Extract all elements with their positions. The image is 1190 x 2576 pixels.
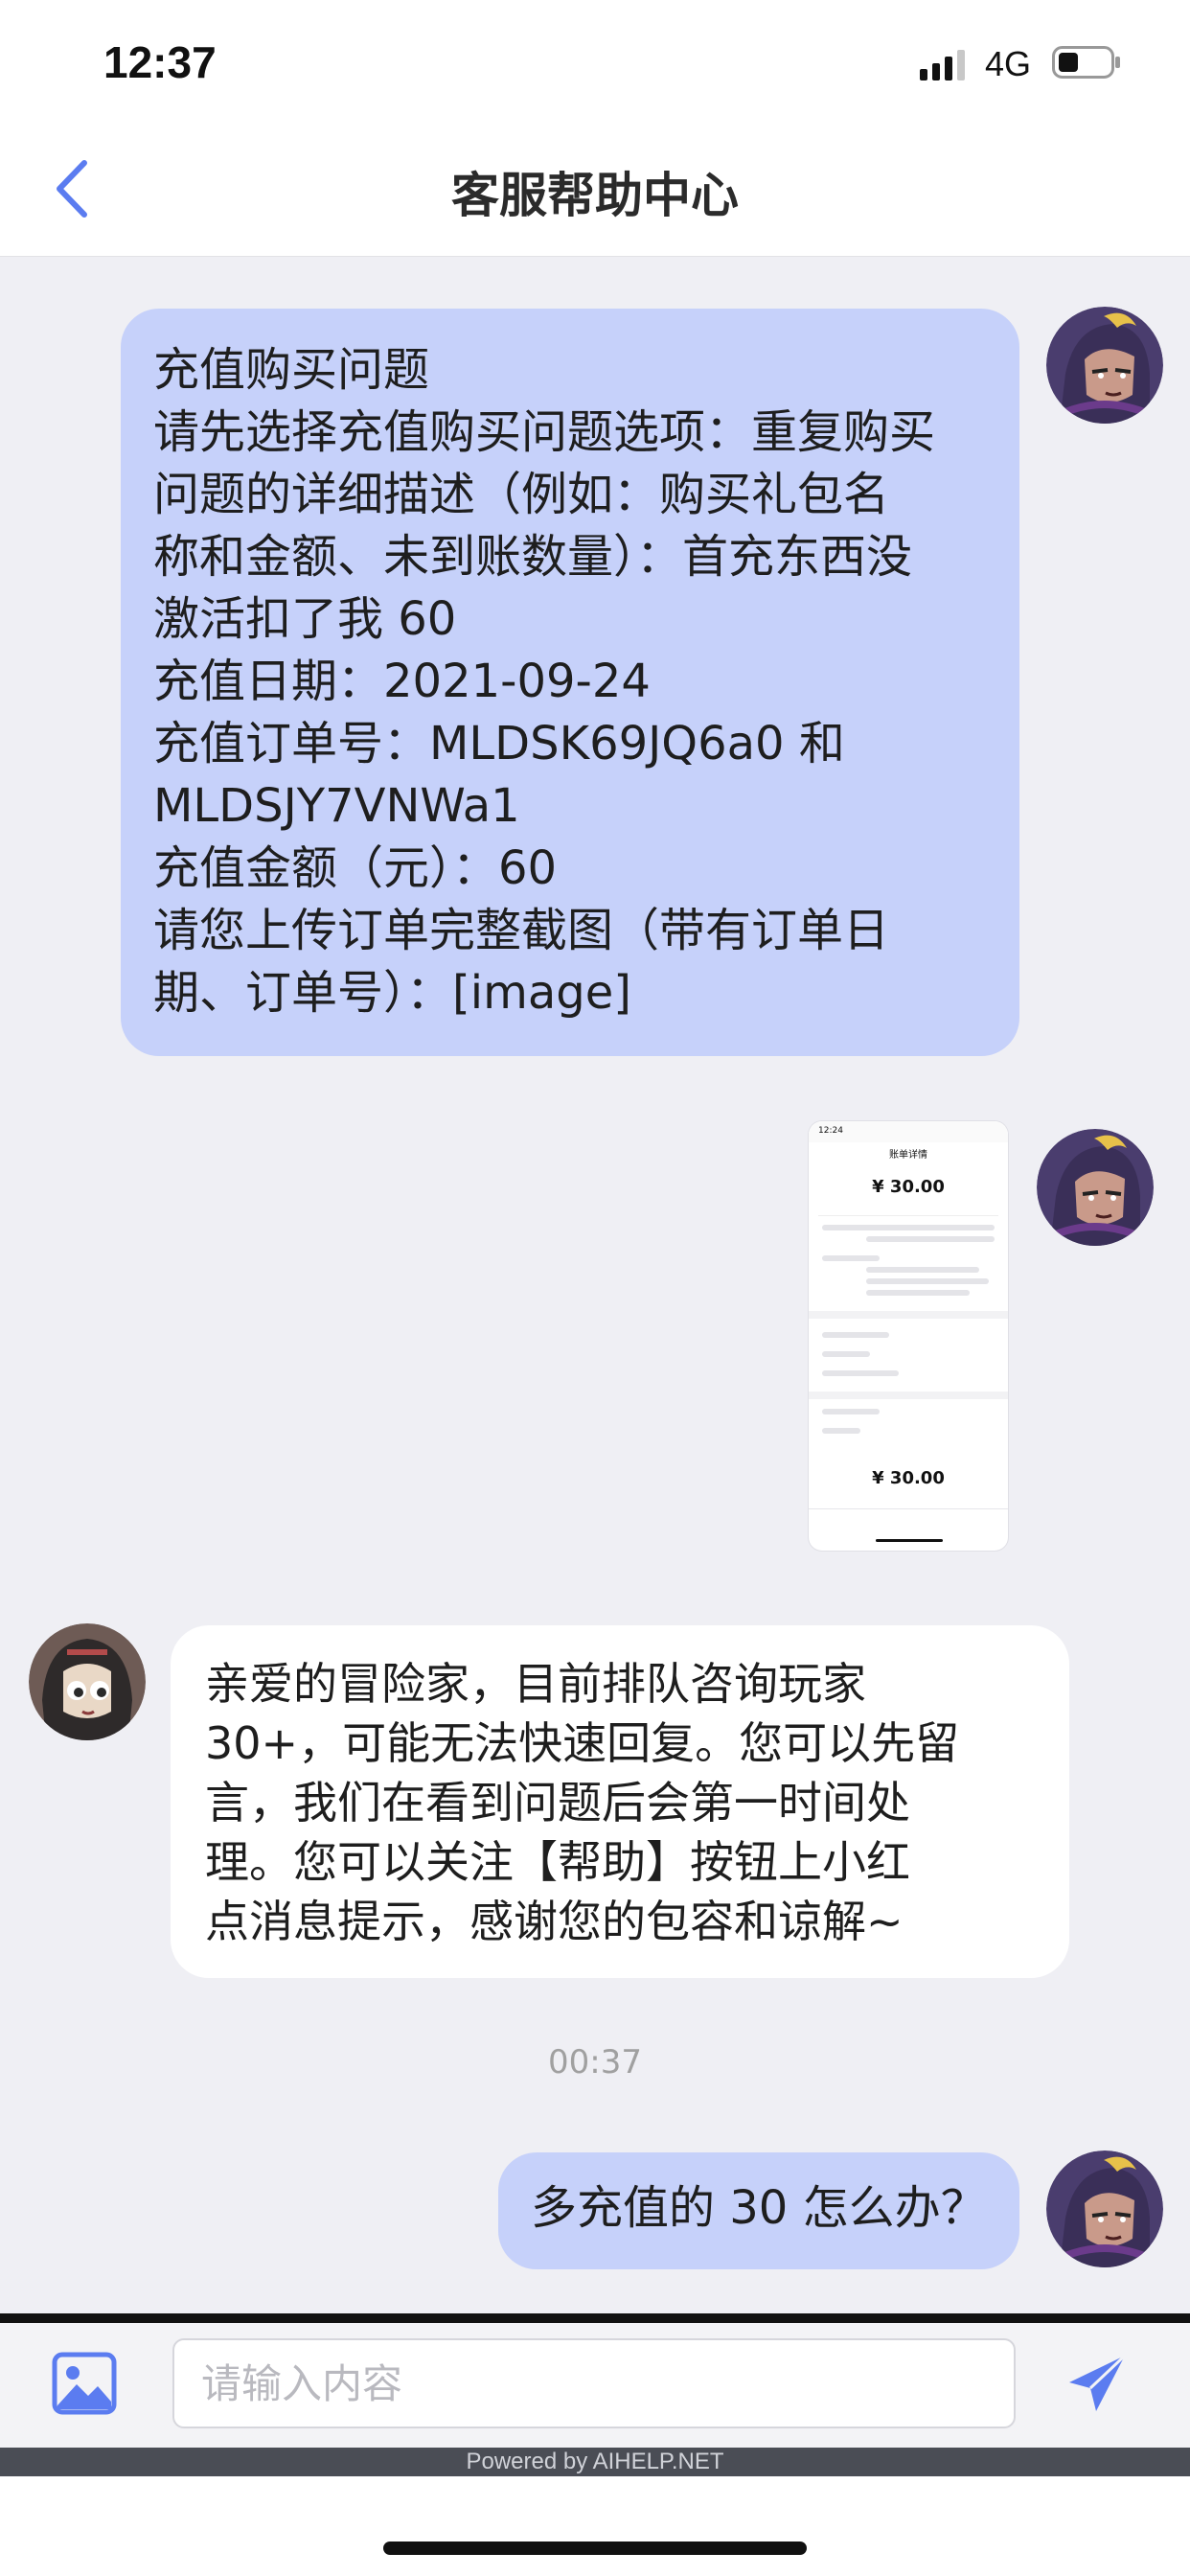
battery-icon [1052, 46, 1120, 79]
send-icon[interactable] [1064, 2350, 1131, 2417]
message-line: 充值金额（元）：60 [153, 841, 558, 895]
message-line: 点消息提示，感谢您的包容和谅解~ [205, 1896, 904, 1947]
message-line: 请先选择充值购买问题选项：重复购买 [153, 405, 936, 459]
message-line: 言，我们在看到问题后会第一时间处 [205, 1777, 910, 1828]
message-line: 亲爱的冒险家，目前排队咨询玩家 [205, 1658, 866, 1710]
attachment-amount: ¥ 30.00 [872, 1177, 945, 1197]
message-line: 激活扣了我 60 [153, 592, 457, 646]
message-input[interactable] [172, 2338, 1016, 2428]
composer-bar [0, 2313, 1190, 2457]
agent-avatar [29, 1623, 146, 1740]
message-timestamp: 00:37 [548, 2043, 642, 2082]
message-line: 请您上传订单完整截图（带有订单日 [153, 904, 890, 957]
message-bubble-outgoing: 多充值的 30 怎么办？ [498, 2152, 1019, 2269]
message-bubble-outgoing: 充值购买问题 请先选择充值购买问题选项：重复购买 问题的详细描述（例如：购买礼包… [121, 309, 1019, 1056]
signal-icon [920, 50, 965, 80]
status-time: 12:37 [103, 37, 217, 87]
message-line: 充值订单号：MLDSK69JQ6a0 和 [153, 717, 845, 770]
message-line: MLDSJY7VNWa1 [153, 779, 520, 833]
image-picker-icon[interactable] [52, 2352, 117, 2415]
message-bubble-incoming: 亲爱的冒险家，目前排队咨询玩家 30+，可能无法快速回复。您可以先留 言，我们在… [171, 1625, 1069, 1978]
home-indicator[interactable] [383, 2542, 807, 2555]
attachment-amount-2: ¥ 30.00 [872, 1468, 945, 1488]
attachment-title: 账单详情 [889, 1150, 927, 1161]
attachment-status-time: 12:24 [818, 1126, 843, 1136]
message-line: 问题的详细描述（例如：购买礼包名 [153, 468, 890, 521]
message-line: 称和金额、未到账数量）：首充东西没 [153, 530, 913, 584]
message-line: 多充值的 30 怎么办？ [531, 2181, 987, 2235]
powered-by-footer: Powered by AIHELP.NET [0, 2448, 1190, 2476]
network-label: 4G [985, 44, 1032, 83]
message-line: 期、订单号）：[image] [153, 966, 631, 1020]
status-bar: 12:37 4G [0, 0, 1190, 125]
page-title: 客服帮助中心 [451, 168, 739, 223]
home-area [0, 2476, 1190, 2576]
header: 客服帮助中心 [0, 125, 1190, 257]
user-avatar [1046, 2150, 1163, 2267]
user-avatar [1046, 307, 1163, 424]
message-line: 充值购买问题 [153, 343, 430, 397]
user-avatar [1037, 1129, 1154, 1246]
message-line: 充值日期：2021-09-24 [153, 655, 651, 708]
image-attachment[interactable]: 12:24 账单详情 ¥ 30.00 ¥ 30.00 [809, 1121, 1008, 1551]
message-line: 理。您可以关注【帮助】按钮上小红 [205, 1836, 910, 1888]
message-line: 30+，可能无法快速回复。您可以先留 [205, 1717, 960, 1769]
